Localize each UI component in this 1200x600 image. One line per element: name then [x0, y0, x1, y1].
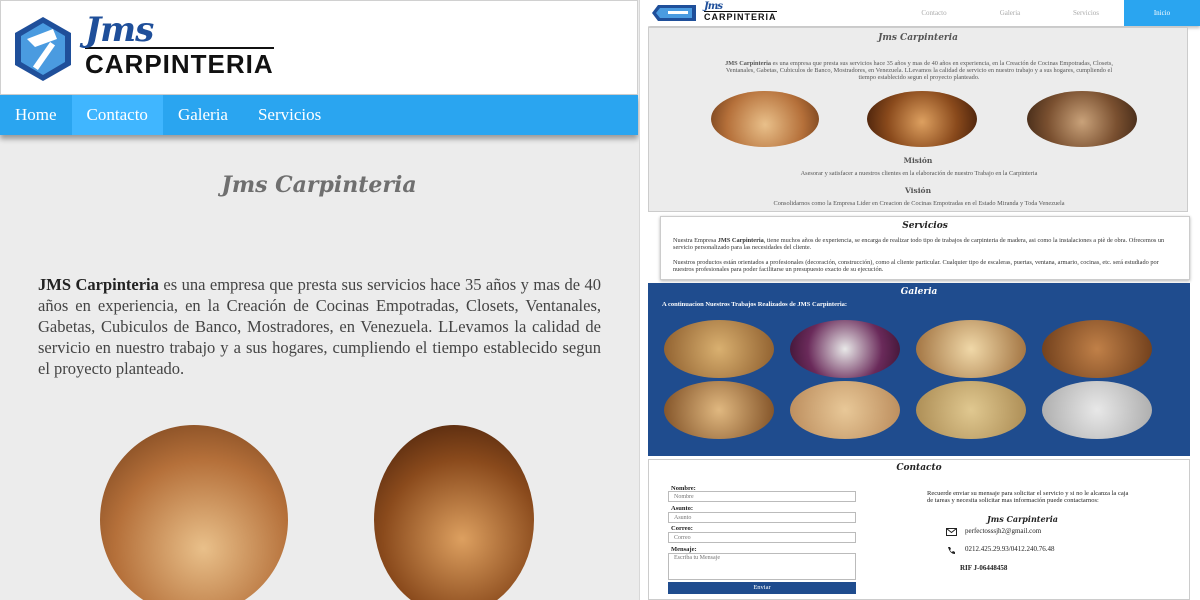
gallery-image[interactable]	[1042, 320, 1152, 378]
contact-email[interactable]: perfectosssjh2@gmail.com	[965, 527, 1041, 535]
site-header: Jms CARPINTERIA	[0, 0, 638, 95]
brand-logo[interactable]: Jms CARPINTERIA	[85, 13, 274, 79]
asunto-label: Asunto:	[671, 505, 694, 512]
gallery-image[interactable]	[790, 320, 900, 378]
contact-brand: Jms Carpinteria	[987, 514, 1058, 524]
intro-text: es una empresa que presta sus servicios …	[725, 60, 1113, 81]
servicios-p1-b: JMS Carpinteria	[717, 237, 764, 244]
phone-icon	[948, 547, 955, 554]
carpenter-photo	[711, 91, 819, 147]
nav-inicio[interactable]: Inicio	[1124, 0, 1200, 26]
mision-title: Misión	[903, 156, 933, 165]
brand-block: CARPINTERIA	[704, 11, 777, 22]
gallery-image[interactable]	[664, 381, 774, 439]
correo-label: Correo:	[671, 525, 693, 532]
nav-home[interactable]: Home	[0, 95, 72, 135]
wood-tools-photo	[374, 425, 534, 600]
vision-text: Consolidarnos como la Empresa Lider en C…	[773, 200, 1065, 207]
gallery-image[interactable]	[916, 381, 1026, 439]
desktop-nav: Contacto Galeria Servicios Inicio	[896, 0, 1200, 26]
nombre-field[interactable]	[668, 491, 856, 502]
woodwork-photo	[1027, 91, 1137, 147]
gallery-image[interactable]	[664, 320, 774, 378]
page-title: Jms Carpinteria	[221, 172, 417, 198]
nav-contacto[interactable]: Contacto	[71, 95, 163, 135]
contact-rif: RIF J-06448458	[960, 564, 1008, 572]
desktop-brand-logo[interactable]: Jms CARPINTERIA	[704, 1, 777, 23]
galeria-section: Galeria A continuacion Nuestros Trabajos…	[648, 283, 1190, 456]
nav-servicios[interactable]: Servicios	[243, 95, 336, 135]
brand-script: Jms	[85, 10, 154, 50]
intro-bold: JMS Carpinteria	[725, 60, 772, 67]
hammer-logo-icon	[15, 17, 71, 81]
servicios-p2: Nuestros productos están orientados a pr…	[673, 259, 1159, 273]
galeria-title: Galeria	[900, 287, 938, 297]
contacto-title: Contacto	[896, 463, 942, 473]
correo-field[interactable]	[668, 532, 856, 543]
brand-script: Jms	[704, 1, 723, 12]
gallery-image[interactable]	[1042, 381, 1152, 439]
envelope-icon	[946, 528, 957, 536]
brand-block: CARPINTERIA	[85, 47, 274, 79]
mobile-view: Jms CARPINTERIA Home Contacto Galeria Se…	[0, 0, 640, 600]
nav-contacto[interactable]: Contacto	[896, 0, 972, 26]
gallery-image[interactable]	[916, 320, 1026, 378]
carpenter-measuring-photo	[100, 425, 288, 600]
mensaje-field[interactable]	[668, 553, 856, 580]
main-nav: Home Contacto Galeria Servicios	[0, 95, 638, 135]
intro-bold: JMS Carpinteria	[38, 275, 159, 294]
nav-galeria[interactable]: Galeria	[972, 0, 1048, 26]
intro-paragraph: JMS Carpinteria es una empresa que prest…	[38, 274, 601, 379]
inicio-section: Jms Carpinteria JMS Carpinteria es una e…	[648, 27, 1188, 212]
desktop-header: Jms CARPINTERIA Contacto Galeria Servici…	[648, 0, 1200, 26]
mision-text: Asesorar y satisfacer a nuestros cliente…	[800, 170, 1038, 177]
servicios-section: Servicios Nuestra Empresa JMS Carpinteri…	[660, 216, 1190, 280]
tools-photo	[867, 91, 977, 147]
vision-title: Visión	[904, 186, 932, 195]
nav-servicios[interactable]: Servicios	[1048, 0, 1124, 26]
send-button[interactable]: Enviar	[668, 582, 856, 594]
contact-note: Recuerde enviar su mensaje para solicita…	[927, 490, 1129, 504]
asunto-field[interactable]	[668, 512, 856, 523]
inicio-intro: JMS Carpinteria es una empresa que prest…	[719, 60, 1119, 81]
nav-galeria[interactable]: Galeria	[163, 95, 243, 135]
inicio-title: Jms Carpinteria	[878, 33, 958, 43]
servicios-p1-a: Nuestra Empresa	[673, 237, 718, 244]
servicios-p1: Nuestra Empresa JMS Carpinteria, tiene m…	[673, 237, 1181, 251]
servicios-title: Servicios	[902, 221, 948, 231]
galeria-subtitle: A continuacion Nuestros Trabajos Realiza…	[662, 301, 848, 308]
contact-phone[interactable]: 0212.425.29.93/0412.240.76.48	[965, 545, 1054, 553]
hammer-logo-icon	[652, 5, 696, 21]
desktop-view: Jms CARPINTERIA Contacto Galeria Servici…	[648, 0, 1200, 600]
gallery-image[interactable]	[790, 381, 900, 439]
mensaje-label: Mensaje:	[671, 546, 697, 553]
